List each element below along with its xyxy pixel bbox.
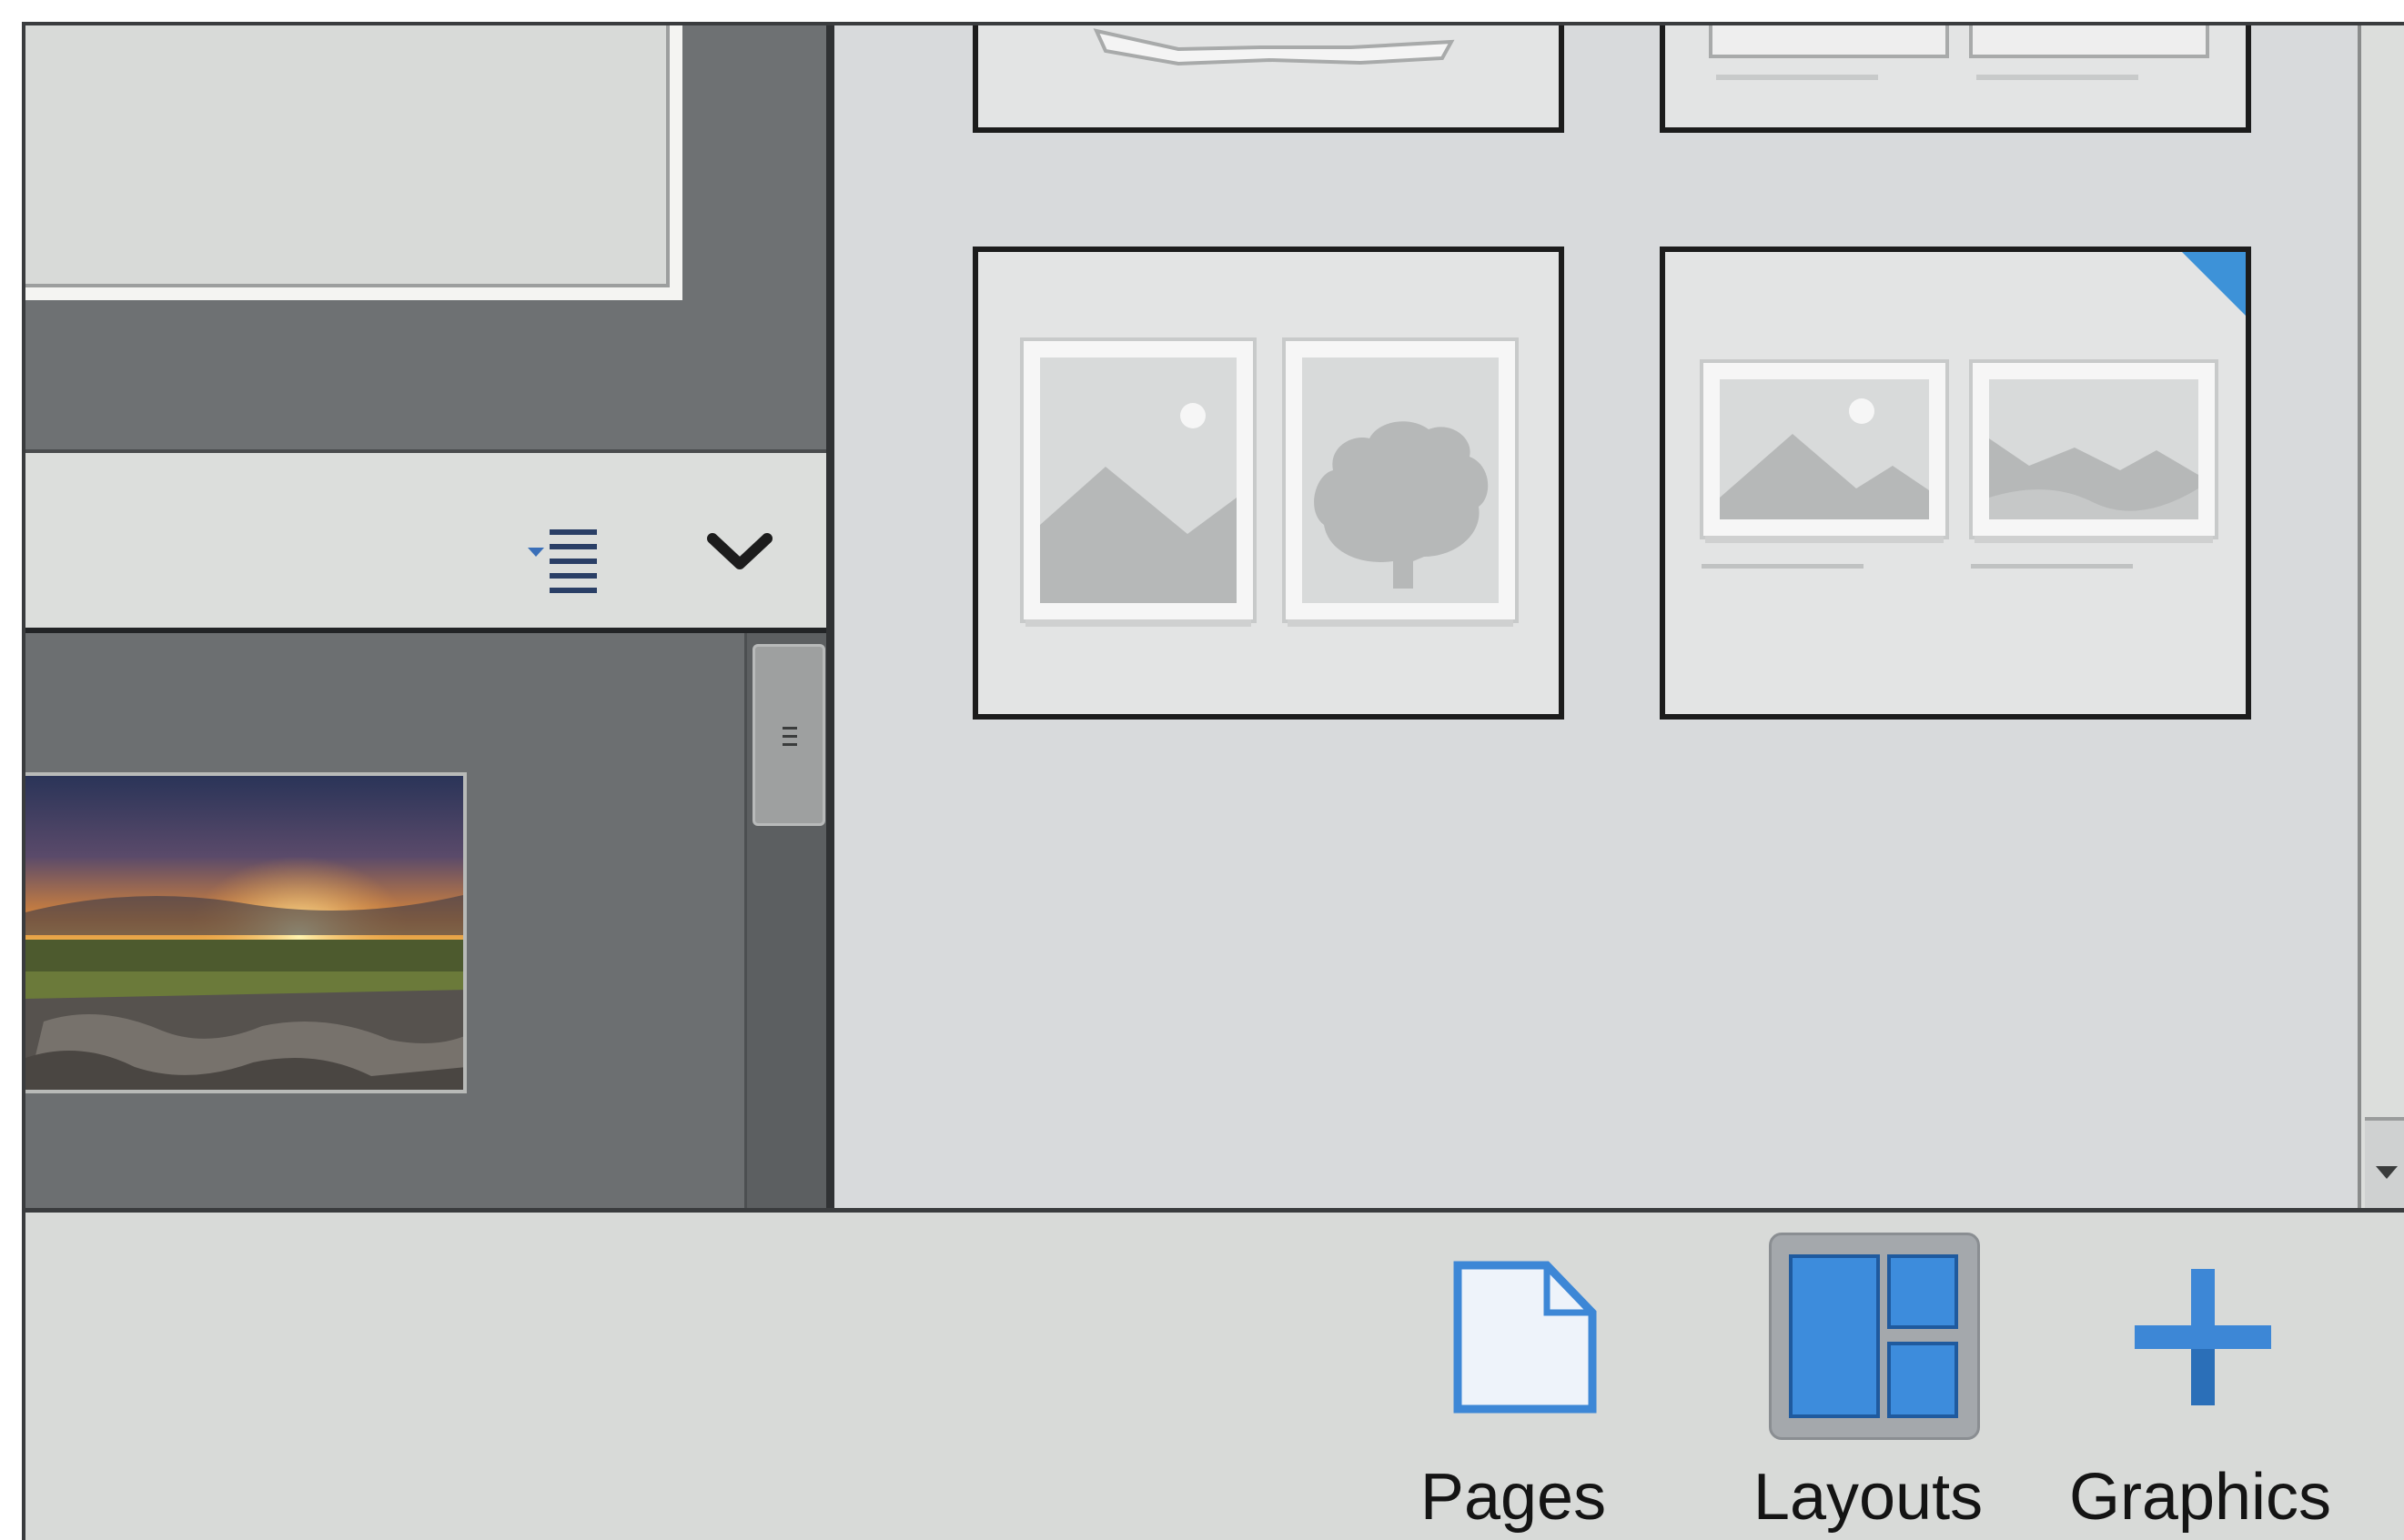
scrollbar-thumb[interactable]	[753, 644, 825, 826]
sort-list-icon[interactable]	[499, 522, 617, 595]
app-window: Pages Layouts Graphics	[0, 0, 2404, 1540]
layout-grid-icon	[1787, 1253, 1960, 1424]
photo-thumbnail-sunset[interactable]	[25, 772, 467, 1093]
layout-thumb-two-photos[interactable]	[973, 247, 1564, 720]
layout-thumb-two-photos-captions[interactable]	[1660, 247, 2251, 720]
document-preview	[25, 25, 682, 300]
pages-button[interactable]: Pages	[1390, 1213, 1636, 1540]
layouts-scrollbar[interactable]	[2358, 25, 2404, 1212]
photo-bin	[25, 633, 831, 1208]
bottom-toolbar: Pages Layouts Graphics	[25, 1208, 2404, 1540]
media-filter-bar	[25, 449, 831, 633]
premium-badge-icon	[2182, 252, 2246, 316]
chevron-down-icon[interactable]	[703, 526, 776, 580]
layouts-button[interactable]: Layouts	[1718, 1213, 2018, 1540]
layouts-label: Layouts	[1752, 1461, 1984, 1534]
graphics-label: Graphics	[2068, 1461, 2332, 1534]
graphics-button[interactable]: Graphics	[2055, 1213, 2346, 1540]
layout-thumb-two-photos-captions-top[interactable]	[1660, 25, 2251, 133]
layouts-panel	[834, 25, 2358, 1208]
layout-thumb-collage[interactable]	[973, 25, 1564, 133]
panel-divider[interactable]	[826, 25, 834, 1208]
pages-label: Pages	[1419, 1461, 1607, 1534]
page-icon	[1452, 1260, 1598, 1419]
grip-icon	[783, 727, 797, 751]
plus-icon	[2135, 1269, 2271, 1410]
arrow-down-icon[interactable]	[2365, 1117, 2404, 1212]
left-panel	[25, 25, 831, 1208]
photo-bin-scrollbar[interactable]	[744, 633, 831, 1208]
